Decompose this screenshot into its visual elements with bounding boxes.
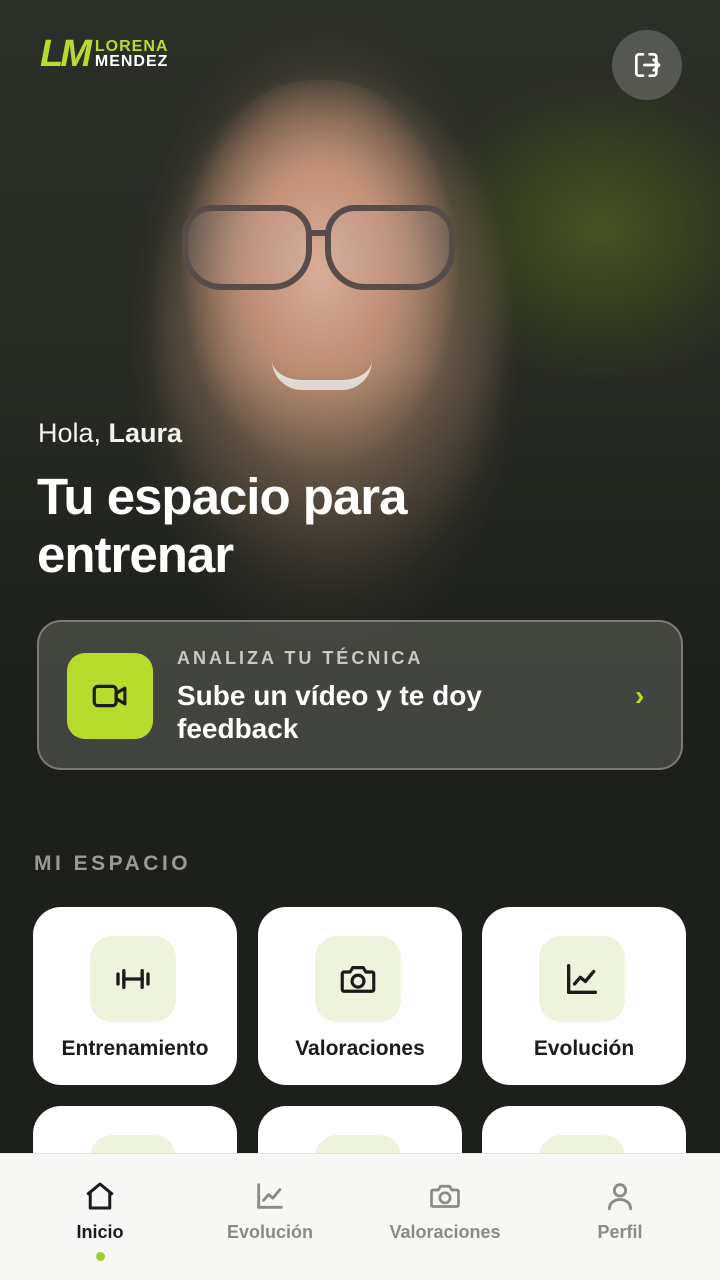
logout-button[interactable] [612, 30, 682, 100]
logo-mark: LM [40, 33, 92, 75]
section-title: MI ESPACIO [34, 852, 192, 875]
nav-label: Perfil [597, 1222, 643, 1242]
nav-item-inicio[interactable]: Inicio [10, 1154, 190, 1280]
page-title: Tu espacio para entrenar [37, 468, 408, 583]
nav-label: Evolución [226, 1222, 313, 1242]
user-icon [600, 1176, 640, 1216]
bottom-navigation: Inicio Evolución Valoraciones Perfil [0, 1153, 720, 1280]
tile-label: Evolución [533, 1037, 635, 1060]
cta-title: Sube un vídeo y te doy feedback [177, 680, 482, 744]
logo-line-1: LORENA [94, 38, 169, 55]
nav-item-evolucion[interactable]: Evolución [180, 1154, 360, 1280]
camera-icon [425, 1176, 465, 1216]
tile-valoraciones[interactable]: Valoraciones [258, 907, 462, 1085]
nav-label: Inicio [76, 1222, 124, 1242]
logo-text: LORENA MENDEZ [94, 38, 169, 70]
upload-video-card[interactable]: ANALIZA TU TÉCNICA Sube un vídeo y te do… [37, 620, 683, 770]
nav-item-valoraciones[interactable]: Valoraciones [355, 1154, 535, 1280]
tile-evolucion[interactable]: Evolución [482, 907, 686, 1085]
greeting-prefix: Hola, [38, 418, 102, 448]
greeting: Hola, Laura [38, 418, 182, 449]
camera-icon [315, 936, 401, 1022]
logo-line-2: MENDEZ [94, 53, 169, 70]
dumbbell-icon [90, 936, 176, 1022]
video-camera-icon [67, 653, 153, 739]
nav-label: Valoraciones [389, 1222, 501, 1242]
logout-icon [635, 53, 661, 77]
tile-label: Entrenamiento [61, 1037, 209, 1060]
chart-line-icon [539, 936, 625, 1022]
user-name: Laura [108, 418, 183, 448]
cta-kicker: ANALIZA TU TÉCNICA [177, 648, 424, 668]
tile-entrenamiento[interactable]: Entrenamiento [33, 907, 237, 1085]
brand-logo: LM LORENA MENDEZ [40, 33, 169, 75]
home-icon [80, 1176, 120, 1216]
chevron-right-icon: › [635, 680, 645, 711]
nav-item-perfil[interactable]: Perfil [530, 1154, 710, 1280]
active-indicator [96, 1252, 105, 1261]
tile-label: Valoraciones [295, 1037, 425, 1060]
chart-line-icon [250, 1176, 290, 1216]
